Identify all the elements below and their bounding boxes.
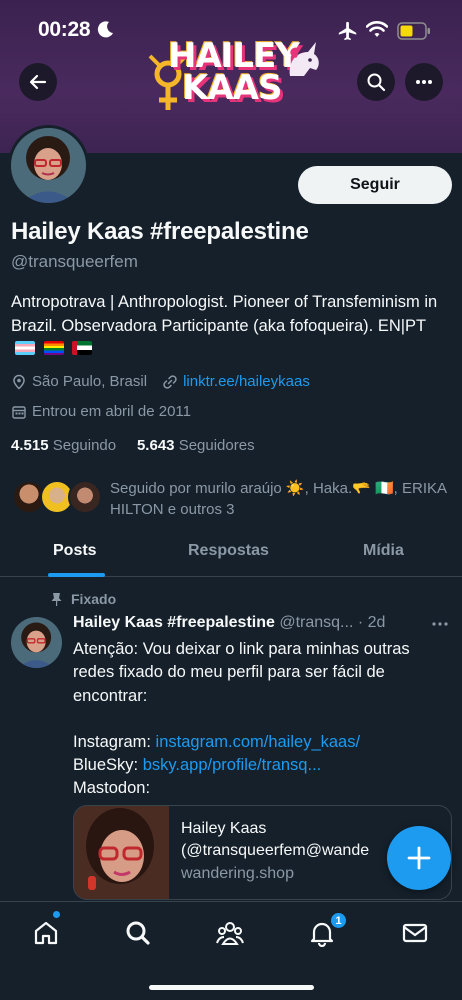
tweet-more-icon[interactable] (430, 614, 450, 634)
tab-replies[interactable]: Respostas (188, 542, 269, 560)
profile-joined-row: Entrou em abril de 2011 (11, 403, 191, 420)
status-bar: 00:28 (0, 0, 462, 62)
instagram-link[interactable]: instagram.com/hailey_kaas/ (156, 733, 361, 751)
profile-location: São Paulo, Brasil (32, 373, 148, 390)
tweet-text: Atenção: Vou deixar o link para minhas o… (73, 638, 448, 801)
back-button[interactable] (19, 63, 57, 101)
followed-by-row[interactable]: Seguido por murilo araújo ☀️, Haka.🫳 🇮🇪,… (12, 478, 452, 518)
follow-button[interactable]: Seguir (298, 166, 452, 204)
profile-tabs: Posts Respostas Mídia (0, 530, 462, 577)
nav-communities[interactable] (213, 916, 247, 950)
active-tab-indicator (48, 573, 105, 577)
rainbow-flag-icon (43, 341, 64, 355)
bluesky-link[interactable]: bsky.app/profile/transq... (143, 756, 322, 774)
envelope-icon (402, 923, 428, 943)
mutual-avatar (68, 480, 102, 514)
home-indicator-bar (149, 985, 314, 990)
nav-home[interactable] (29, 916, 63, 950)
card-title-line1: Hailey Kaas (181, 820, 267, 837)
communities-icon (216, 922, 244, 945)
card-domain: wandering.shop (181, 865, 294, 882)
profile-display-name: Hailey Kaas #freepalestine (11, 218, 309, 245)
followers-link[interactable]: 5.643 Seguidores (137, 437, 255, 454)
profile-joined: Entrou em abril de 2011 (32, 403, 191, 420)
bio-text: Antropotrava | Anthropologist. Pioneer o… (11, 293, 438, 335)
pinned-label: Fixado (50, 591, 116, 607)
notification-badge: 1 (329, 911, 348, 930)
calendar-icon (12, 405, 26, 419)
search-icon (367, 73, 386, 92)
plus-icon (407, 846, 431, 870)
compose-post-button[interactable] (387, 826, 451, 890)
following-count: 4.515 (11, 437, 49, 454)
profile-avatar[interactable] (8, 125, 89, 206)
followers-count: 5.643 (136, 437, 175, 454)
profile-handle: @transqueerfem (11, 252, 138, 271)
tweet-line-instagram: Instagram: instagram.com/hailey_kaas/ (73, 731, 448, 754)
card-thumbnail (74, 806, 169, 899)
following-label: Seguindo (52, 437, 117, 454)
followers-label: Seguidores (178, 437, 255, 454)
mutual-avatars (12, 480, 102, 516)
instagram-label: Instagram: (73, 732, 156, 751)
battery-icon (397, 22, 430, 40)
tweet-author-photo (11, 617, 62, 668)
profile-link[interactable]: linktr.ee/haileykaas (183, 373, 310, 390)
tweet-header: Hailey Kaas #freepalestine @transq... · … (73, 614, 453, 632)
search-button[interactable] (357, 63, 395, 101)
home-new-indicator (53, 911, 60, 918)
tab-media[interactable]: Mídia (363, 542, 404, 560)
pin-icon (51, 593, 62, 606)
tweet-handle-time: @transq... · 2d (279, 614, 386, 631)
card-title: Hailey Kaas (@transqueerfem@wande (181, 818, 369, 862)
nav-search[interactable] (121, 916, 155, 950)
card-title-line2: (@transqueerfem@wande (181, 842, 370, 859)
banner-logo-line2: KAAS (182, 68, 282, 108)
card-photo (74, 806, 169, 899)
tweet-line-intro: Atenção: Vou deixar o link para minhas o… (73, 640, 410, 705)
status-time: 00:28 (38, 18, 91, 41)
uae-flag-icon (72, 341, 93, 355)
search-icon (126, 921, 150, 945)
arrow-left-icon (29, 74, 47, 90)
pinned-text: Fixado (71, 591, 117, 607)
tab-posts[interactable]: Posts (53, 542, 97, 560)
tweet-line-bluesky: BlueSky: bsky.app/profile/transq... (73, 754, 448, 777)
tweet-author-name[interactable]: Hailey Kaas #freepalestine (73, 614, 275, 631)
followed-by-text: Seguido por murilo araújo ☀️, Haka.🫳 🇮🇪,… (110, 480, 447, 518)
profile-photo (11, 128, 86, 203)
profile-location-row: São Paulo, Brasil linktr.ee/haileykaas (11, 373, 310, 390)
tweet-avatar[interactable] (11, 617, 62, 668)
following-link[interactable]: 4.515 Seguindo (11, 437, 116, 454)
nav-messages[interactable] (398, 916, 432, 950)
more-options-button[interactable] (405, 63, 443, 101)
follow-counts: 4.515 Seguindo 5.643 Seguidores (11, 437, 255, 454)
bio-flags (11, 338, 93, 362)
profile-bio: Antropotrava | Anthropologist. Pioneer o… (11, 291, 451, 362)
more-dots-icon (416, 80, 432, 84)
location-pin-icon (13, 374, 25, 390)
airplane-icon (338, 21, 357, 41)
home-icon (34, 921, 58, 945)
trans-flag-icon (15, 341, 35, 355)
wifi-icon (366, 21, 388, 37)
link-icon (163, 374, 177, 389)
moon-icon (97, 21, 113, 38)
mastodon-label: Mastodon: (73, 779, 151, 798)
bluesky-label: BlueSky: (73, 756, 143, 775)
